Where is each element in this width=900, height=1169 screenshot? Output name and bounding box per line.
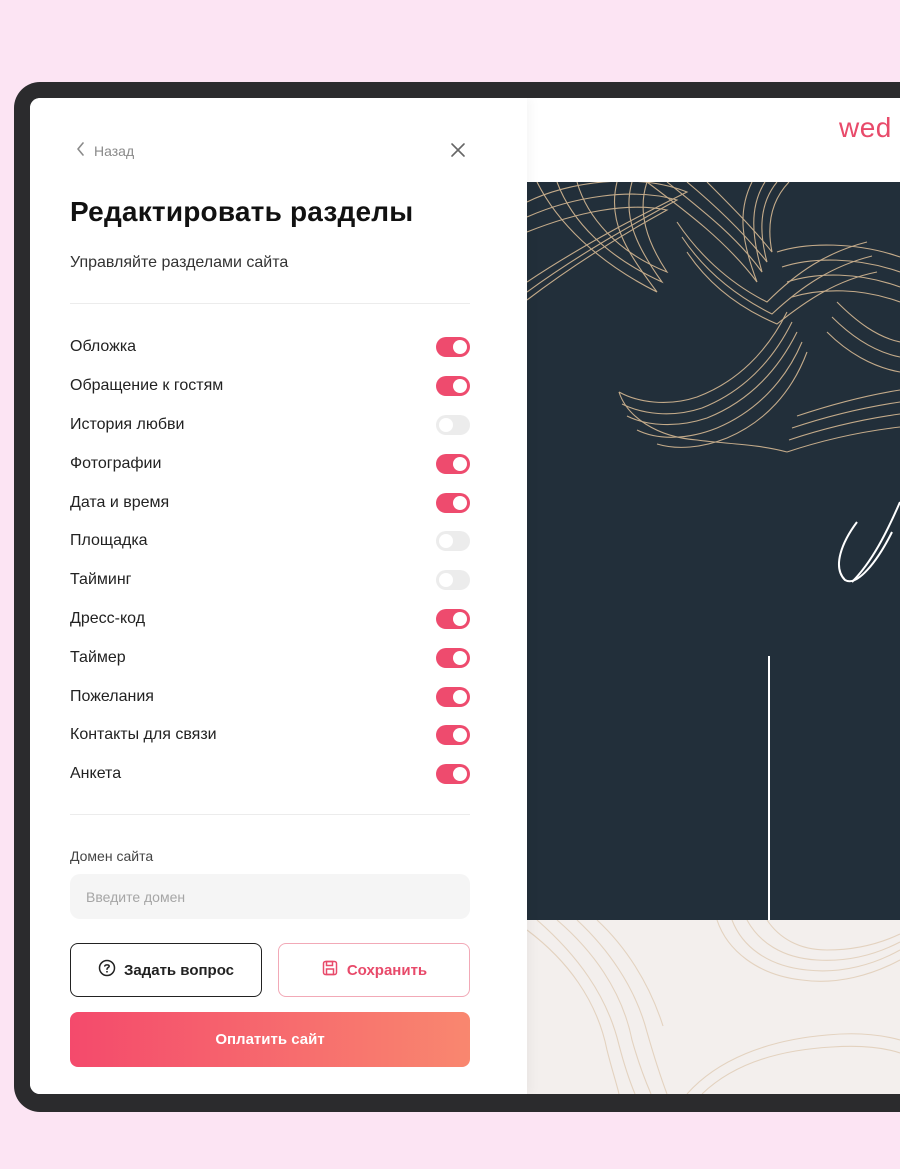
section-label: Дресс-код	[70, 609, 146, 627]
preview-header: wed	[527, 98, 900, 182]
back-link[interactable]: Назад	[76, 142, 134, 159]
section-label: Дата и время	[70, 493, 170, 511]
toggle-knob	[453, 340, 467, 355]
section-row: Площадка	[70, 522, 470, 561]
preview-cover-image	[527, 182, 900, 920]
section-toggle[interactable]	[436, 608, 470, 629]
question-circle-icon	[98, 959, 116, 981]
section-row: Таймер	[70, 638, 470, 677]
domain-label: Домен сайта	[70, 848, 154, 864]
section-toggle[interactable]	[436, 414, 470, 435]
section-row: История любви	[70, 406, 470, 445]
toggle-knob	[439, 417, 453, 432]
domain-input[interactable]	[70, 874, 470, 919]
section-toggle[interactable]	[436, 647, 470, 668]
site-preview: wed	[527, 98, 900, 1094]
preview-next-section	[527, 920, 900, 1094]
toggle-knob	[453, 379, 467, 394]
section-toggle[interactable]	[436, 531, 470, 552]
section-row: Обращение к гостям	[70, 367, 470, 406]
toggle-knob	[453, 611, 467, 626]
edit-sections-panel: Назад Редактировать разделы Управляйте р…	[30, 98, 527, 1094]
section-toggle[interactable]	[436, 453, 470, 474]
floppy-disk-icon	[321, 959, 339, 981]
section-label: Тайминг	[70, 571, 132, 589]
toggle-knob	[453, 689, 467, 704]
ask-question-button[interactable]: Задать вопрос	[70, 943, 262, 997]
section-label: Фотографии	[70, 454, 162, 472]
page-subtitle: Управляйте разделами сайта	[70, 254, 289, 271]
section-label: Площадка	[70, 532, 148, 550]
section-row: Обложка	[70, 328, 470, 367]
close-button[interactable]	[448, 140, 468, 160]
section-row: Дресс-код	[70, 600, 470, 639]
section-label: Обращение к гостям	[70, 377, 224, 395]
section-toggle[interactable]	[436, 686, 470, 707]
section-label: Пожелания	[70, 687, 154, 705]
section-row: Дата и время	[70, 483, 470, 522]
site-logo: wed	[839, 112, 892, 143]
pay-site-button[interactable]: Оплатить сайт	[70, 1012, 470, 1067]
section-toggle[interactable]	[436, 570, 470, 591]
toggle-knob	[439, 573, 453, 588]
section-label: История любви	[70, 415, 185, 433]
ask-question-label: Задать вопрос	[123, 961, 235, 979]
toggle-knob	[453, 728, 467, 743]
section-row: Тайминг	[70, 561, 470, 600]
section-toggle[interactable]	[436, 376, 470, 397]
section-toggle[interactable]	[436, 764, 470, 785]
page-title: Редактировать разделы	[70, 196, 414, 227]
divider	[70, 814, 470, 815]
chevron-left-icon	[76, 142, 86, 159]
divider	[70, 303, 470, 304]
toggle-knob	[453, 495, 467, 510]
section-label: Контакты для связи	[70, 726, 217, 744]
floral-line-art	[527, 182, 900, 920]
toggle-knob	[453, 650, 467, 665]
pay-site-label: Оплатить сайт	[215, 1031, 325, 1048]
section-toggle[interactable]	[436, 725, 470, 746]
section-label: Таймер	[70, 648, 126, 666]
section-row: Контакты для связи	[70, 716, 470, 755]
save-button[interactable]: Сохранить	[278, 943, 470, 997]
section-row: Пожелания	[70, 677, 470, 716]
floral-line-art-light	[527, 920, 900, 1094]
toggle-knob	[453, 456, 467, 471]
toggle-knob	[439, 534, 453, 549]
section-toggle[interactable]	[436, 492, 470, 513]
section-row: Фотографии	[70, 444, 470, 483]
back-label: Назад	[94, 142, 135, 159]
section-label: Анкета	[70, 765, 122, 783]
section-label: Обложка	[70, 338, 137, 356]
section-toggle-list: Обложка Обращение к гостям История любви Фо…	[70, 328, 470, 794]
save-label: Сохранить	[346, 961, 428, 979]
app-screen: Назад Редактировать разделы Управляйте р…	[30, 98, 900, 1094]
section-toggle[interactable]	[436, 337, 470, 358]
close-icon	[451, 143, 465, 157]
toggle-knob	[453, 767, 467, 782]
section-row: Анкета	[70, 755, 470, 794]
